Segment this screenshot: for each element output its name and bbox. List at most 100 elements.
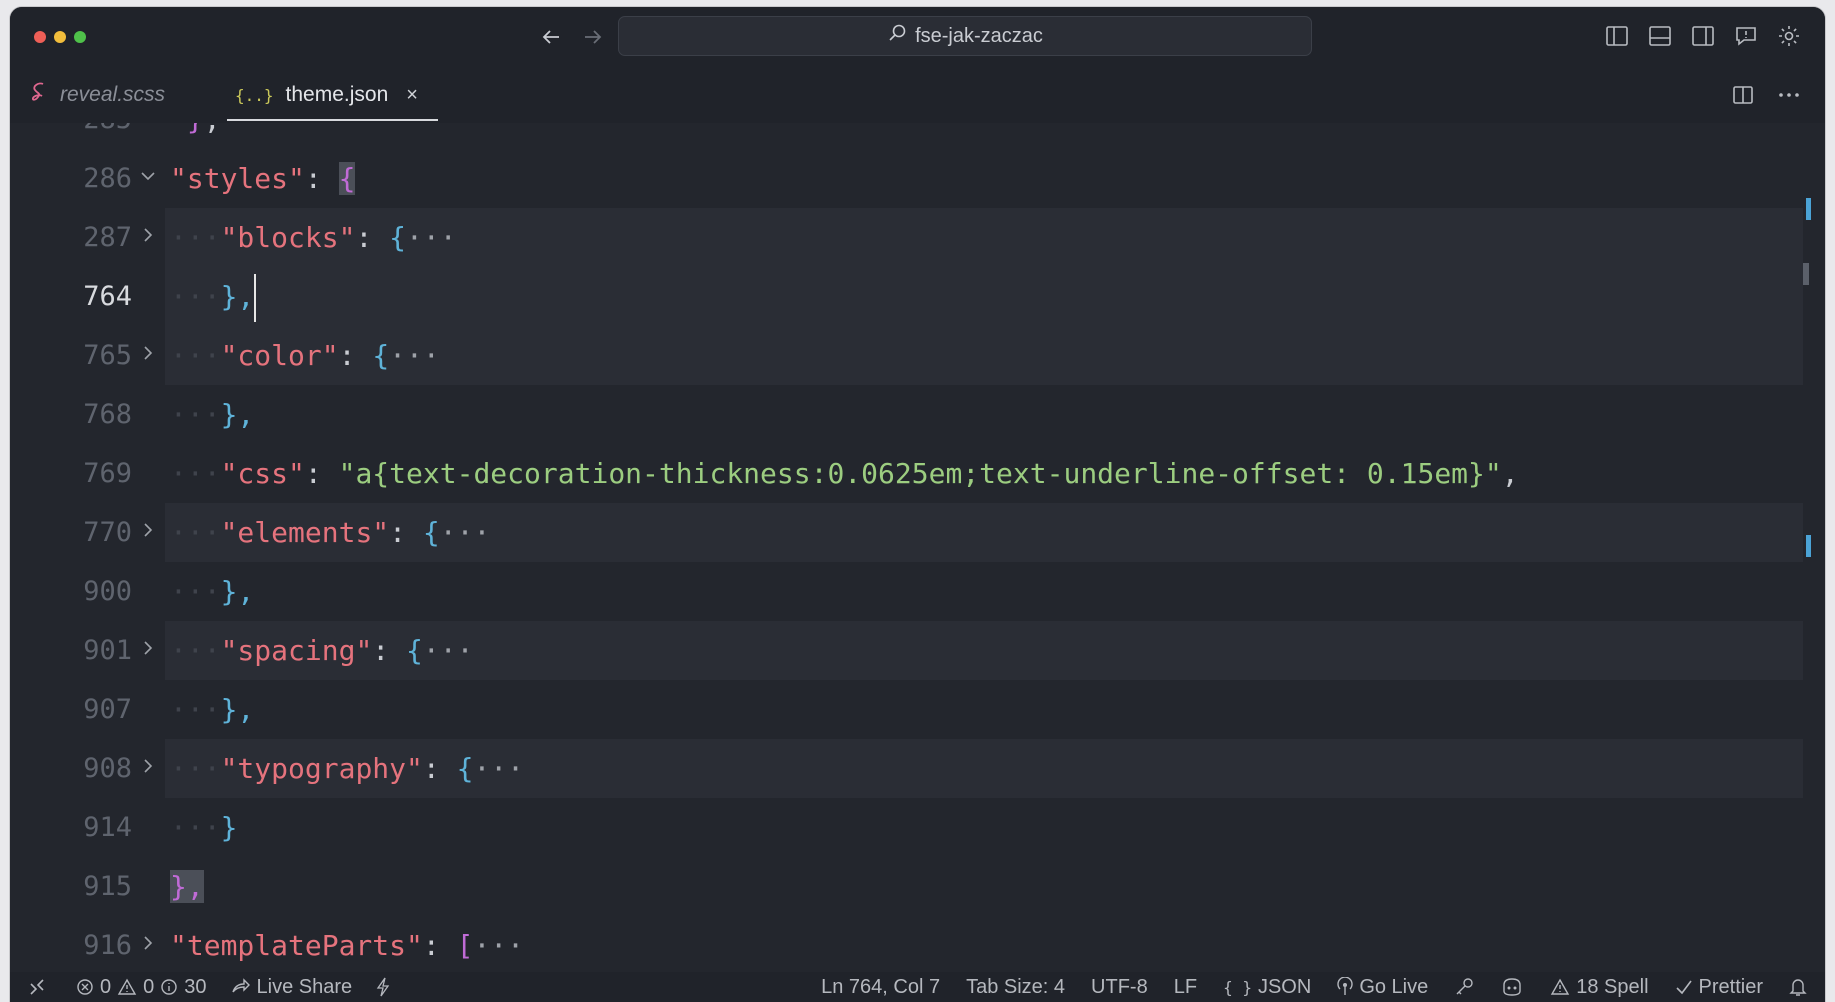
close-window-button[interactable] — [34, 31, 46, 43]
line-number: 900 — [83, 576, 132, 607]
go-live-button[interactable]: Go Live — [1337, 976, 1428, 999]
info-count: 30 — [184, 975, 207, 998]
indent-guide: ··· — [170, 457, 221, 490]
code-line[interactable]: 907 ···}, — [10, 680, 1825, 739]
spell-check-indicator[interactable]: 18 Spell — [1550, 975, 1649, 999]
spell-label: 18 Spell — [1576, 975, 1649, 998]
language-label: JSON — [1257, 975, 1312, 998]
live-share-icon — [231, 978, 250, 993]
indent-guide: ··· — [170, 811, 221, 844]
minimize-window-button[interactable] — [54, 31, 66, 43]
fold-expanded-chevron-icon[interactable] — [136, 149, 160, 208]
status-bar: 0 0 30 Live Share Ln 764, Col 7 Tab Size… — [10, 972, 1825, 1002]
encoding[interactable]: UTF-8 — [1091, 976, 1148, 999]
code-text: "styles": { — [170, 149, 356, 208]
tab-theme-json[interactable]: {..} theme.json × — [227, 67, 438, 123]
remote-indicator[interactable] — [28, 978, 46, 996]
json-key: "typography" — [220, 752, 423, 785]
colon: : — [338, 339, 373, 372]
end-of-line[interactable]: LF — [1174, 976, 1197, 999]
check-icon — [1675, 980, 1692, 995]
colon: : — [422, 929, 457, 962]
code-line[interactable]: 287 ···"blocks": {··· — [10, 208, 1825, 267]
workspace-title: fse-jak-zaczac — [915, 24, 1043, 47]
closing-brace: }, — [220, 280, 255, 313]
code-line[interactable]: 769 ···"css": "a{text-decoration-thicknes… — [10, 444, 1825, 503]
json-key: "css" — [220, 457, 305, 490]
json-key: "blocks" — [220, 221, 356, 254]
copilot-icon[interactable] — [1500, 977, 1524, 997]
line-number: 914 — [83, 812, 132, 843]
line-number: 764 — [83, 281, 132, 312]
tab-size[interactable]: Tab Size: 4 — [966, 976, 1065, 999]
settings-gear-icon[interactable] — [1773, 20, 1805, 52]
closing-brace: }, — [220, 575, 255, 608]
code-text: "templateParts": [··· — [170, 916, 524, 973]
code-line[interactable]: 764 ···}, — [10, 267, 1825, 326]
fold-collapsed-chevron-icon[interactable] — [136, 916, 160, 973]
code-text: ···"spacing": {··· — [170, 621, 473, 680]
opening-brace: { — [338, 162, 356, 195]
notifications-bell-icon[interactable] — [1789, 977, 1807, 997]
indent-guide: ··· — [170, 280, 221, 313]
code-editor[interactable]: 285 ·}, 286"styles": {287···"blocks": {·… — [10, 123, 1825, 973]
fold-collapsed-chevron-icon[interactable] — [136, 621, 160, 680]
back-arrow-icon[interactable] — [536, 22, 566, 52]
code-line[interactable]: 901 ···"spacing": {··· — [10, 621, 1825, 680]
editor-actions — [1727, 79, 1805, 111]
split-editor-icon[interactable] — [1727, 79, 1759, 111]
braces-icon: { } — [1223, 977, 1252, 997]
editor-tab-bar: reveal.scss {..} theme.json × — [10, 67, 1825, 123]
error-icon — [77, 979, 93, 995]
closing-brace: }, — [170, 870, 204, 903]
opening-brace: { — [389, 221, 407, 254]
fold-collapsed-chevron-icon[interactable] — [136, 503, 160, 562]
code-line[interactable]: 908 ···"typography": {··· — [10, 739, 1825, 798]
tab-reveal-scss[interactable]: reveal.scss — [30, 67, 165, 123]
language-mode[interactable]: { } JSON — [1223, 976, 1311, 999]
code-line[interactable]: 770 ···"elements": {··· — [10, 503, 1825, 562]
fold-collapsed-chevron-icon[interactable] — [136, 208, 160, 267]
indent-guide: ··· — [170, 221, 221, 254]
indent-guide: ··· — [170, 339, 221, 372]
indent-guide: ··· — [170, 516, 221, 549]
lightning-icon[interactable] — [376, 977, 390, 997]
code-line[interactable]: 286 "styles": { — [10, 149, 1825, 208]
code-line[interactable]: 916 "templateParts": [··· — [10, 916, 1825, 973]
toggle-panel-icon[interactable] — [1644, 20, 1676, 52]
more-actions-icon[interactable] — [1773, 79, 1805, 111]
code-line[interactable]: 900 ···}, — [10, 562, 1825, 621]
code-line[interactable]: 914 ···} — [10, 798, 1825, 857]
line-number: 769 — [83, 458, 132, 489]
colon: : — [422, 752, 457, 785]
prettier-label: Prettier — [1698, 975, 1763, 998]
code-line[interactable]: 768 ···}, — [10, 385, 1825, 444]
fold-collapsed-chevron-icon[interactable] — [136, 326, 160, 385]
live-share-button[interactable]: Live Share — [231, 976, 352, 999]
layout-controls — [1601, 20, 1805, 52]
maximize-window-button[interactable] — [74, 31, 86, 43]
code-line[interactable]: 915}, — [10, 857, 1825, 916]
command-center-search[interactable]: fse-jak-zaczac — [618, 16, 1312, 56]
warning-icon — [1551, 978, 1570, 995]
problems-indicator[interactable]: 0 0 30 — [76, 976, 207, 999]
code-text: ···"color": {··· — [170, 326, 440, 385]
forward-arrow-icon[interactable] — [578, 22, 608, 52]
key-icon[interactable] — [1454, 977, 1474, 997]
toggle-primary-sidebar-icon[interactable] — [1601, 20, 1633, 52]
info-icon — [161, 979, 177, 995]
close-tab-icon[interactable]: × — [406, 84, 418, 107]
folded-ellipsis: ··· — [406, 221, 457, 254]
line-number: 770 — [83, 517, 132, 548]
code-text: }, — [170, 857, 204, 916]
code-text: ···"css": "a{text-decoration-thickness:0… — [170, 444, 1519, 503]
line-number: 286 — [83, 163, 132, 194]
sass-icon — [30, 81, 48, 109]
fold-collapsed-chevron-icon[interactable] — [136, 739, 160, 798]
code-line[interactable]: 765 ···"color": {··· — [10, 326, 1825, 385]
cursor-position[interactable]: Ln 764, Col 7 — [821, 976, 940, 999]
toggle-secondary-sidebar-icon[interactable] — [1687, 20, 1719, 52]
feedback-icon[interactable] — [1730, 20, 1762, 52]
prettier-indicator[interactable]: Prettier — [1675, 976, 1763, 999]
indent-guide: ··· — [170, 398, 221, 431]
